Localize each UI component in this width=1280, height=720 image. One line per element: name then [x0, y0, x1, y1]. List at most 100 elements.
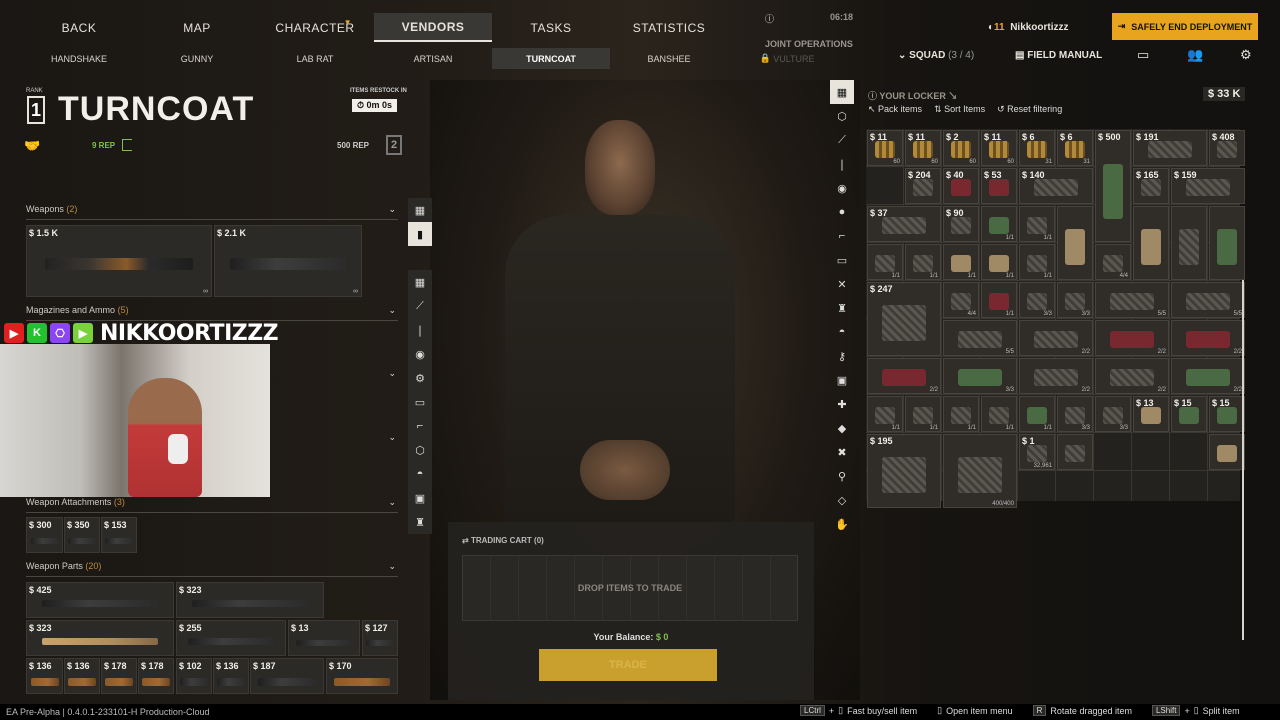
locker-item[interactable] [1171, 206, 1207, 280]
locker-grid[interactable]: $ 11 60 $ 11 60 $ 2 60 $ 11 60 $ 6 31 $ 6 31 $ 500 $ … [866, 129, 1245, 508]
tab-map[interactable]: MAP [138, 13, 256, 42]
friends-icon[interactable]: 👥 [1187, 47, 1203, 63]
player-info[interactable]: ◐11 Nikkoortizzz [988, 22, 1069, 33]
locker-item[interactable]: 3/3 [1057, 396, 1093, 432]
scope-icon[interactable]: ◉ [408, 342, 432, 366]
tab-character[interactable]: CHARACTER ▼ [256, 13, 374, 42]
weapon-item[interactable]: $ 1.5 K ∞ [26, 225, 212, 297]
squad-button[interactable]: ⌄ SQUAD (3 / 4) [898, 50, 974, 61]
gear-part-icon[interactable]: ⚙ [408, 366, 432, 390]
locker-item[interactable]: $ 247 [867, 282, 941, 356]
locker-item[interactable] [1057, 206, 1093, 280]
category-weapons[interactable]: Weapons (2) ⌄ [26, 204, 398, 220]
part-item[interactable]: $ 178 [101, 658, 137, 694]
settings-gear-icon[interactable]: ⚙ [1240, 47, 1252, 63]
locker-item[interactable]: $ 140 [1019, 168, 1093, 204]
tools-icon[interactable]: ✕ [830, 272, 854, 296]
locker-item[interactable] [1209, 434, 1245, 470]
helmet-icon[interactable]: ◓ [408, 462, 432, 486]
locker-item[interactable]: 1/1 [981, 244, 1017, 280]
all-items-icon[interactable]: ▦ [408, 270, 432, 294]
locker-item[interactable]: 5/5 [1171, 282, 1245, 318]
locker-item[interactable]: $ 159 [1171, 168, 1245, 204]
attachment-item[interactable]: $ 300 [26, 517, 63, 553]
pistol-icon[interactable]: ⌐ [830, 224, 854, 248]
locker-item[interactable]: 2/2 [1095, 320, 1169, 356]
vendor-tab-handshake[interactable]: HANDSHAKE [20, 48, 138, 69]
locker-item[interactable] [1133, 206, 1169, 280]
attachment-item[interactable]: $ 350 [64, 517, 100, 553]
locker-item[interactable]: 1/1 [1019, 244, 1055, 280]
magazine-icon[interactable]: ❘ [830, 152, 854, 176]
misc-icon[interactable]: ◇ [830, 488, 854, 512]
vendor-tab-artisan[interactable]: ARTISAN [374, 48, 492, 69]
locker-item[interactable]: 1/1 [943, 396, 979, 432]
locker-item[interactable]: $ 11 60 [981, 130, 1017, 166]
rifle-icon[interactable]: ⟋ [408, 294, 432, 318]
armor-icon[interactable]: ♜ [830, 296, 854, 320]
locker-item[interactable]: $ 408 [1209, 130, 1245, 166]
locker-item[interactable]: $ 6 31 [1019, 130, 1055, 166]
part-item[interactable]: $ 323 [176, 582, 324, 618]
locker-item[interactable]: $ 191 [1133, 130, 1207, 166]
locker-item[interactable]: $ 15 [1171, 396, 1207, 432]
tab-vendors[interactable]: VENDORS [374, 13, 492, 42]
locker-item[interactable]: $ 165 [1133, 168, 1169, 204]
part-item[interactable]: $ 13 [288, 620, 360, 656]
locker-item[interactable] [1057, 434, 1093, 470]
key-icon[interactable]: ⚷ [830, 344, 854, 368]
locker-item[interactable]: $ 2 60 [943, 130, 979, 166]
locker-item[interactable]: 2/2 [1019, 358, 1093, 394]
vendor-tab-turncoat[interactable]: TURNCOAT [492, 48, 610, 69]
locker-item[interactable]: 3/3 [1095, 396, 1131, 432]
locker-item[interactable]: 4/4 [943, 282, 979, 318]
part-item[interactable]: $ 187 [250, 658, 324, 694]
vendor-tab-banshee[interactable]: BANSHEE [610, 48, 728, 69]
category-attachments[interactable]: Weapon Attachments (3) ⌄ [26, 497, 398, 513]
locker-item[interactable]: $ 500 [1095, 130, 1131, 242]
part-item[interactable]: $ 425 [26, 582, 174, 618]
part-item[interactable]: $ 170 [326, 658, 398, 694]
vest-icon[interactable]: ▣ [830, 368, 854, 392]
pack-items-button[interactable]: ↖ Pack items [868, 104, 922, 115]
repair-icon[interactable]: ✖ [830, 440, 854, 464]
locker-item[interactable]: 1/1 [867, 396, 903, 432]
locker-item[interactable]: 1/1 [981, 396, 1017, 432]
trade-button[interactable]: TRADE [539, 649, 717, 681]
part-item[interactable]: $ 255 [176, 620, 286, 656]
backpack-icon[interactable]: ⬡ [408, 438, 432, 462]
vendor-tab-gunny[interactable]: GUNNY [138, 48, 256, 69]
scope-icon[interactable]: ◉ [830, 176, 854, 200]
locker-item[interactable] [1209, 206, 1245, 280]
locker-item[interactable]: 3/3 [1057, 282, 1093, 318]
helmet-icon[interactable]: ◓ [830, 320, 854, 344]
field-manual-button[interactable]: ▤ FIELD MANUAL [1015, 50, 1102, 61]
locker-item[interactable]: 5/5 [1095, 282, 1169, 318]
locker-item[interactable]: 2/2 [1019, 320, 1093, 356]
part-item[interactable]: $ 136 [64, 658, 100, 694]
tab-tasks[interactable]: TASKS [492, 13, 610, 42]
locker-item[interactable]: 1/1 [905, 244, 941, 280]
weapon-item[interactable]: $ 2.1 K ∞ [214, 225, 362, 297]
locker-item[interactable]: 3/3 [1019, 282, 1055, 318]
locker-item[interactable]: 1/1 [1019, 396, 1055, 432]
locker-item[interactable]: 1/1 [943, 244, 979, 280]
joint-operations[interactable]: ⓘ 06:18 JOINT OPERATIONS [765, 12, 853, 49]
part-item[interactable]: $ 323 [26, 620, 174, 656]
part-item[interactable]: $ 136 [26, 658, 63, 694]
grid-view-icon[interactable]: ▦ [408, 198, 432, 222]
locker-item[interactable]: $ 53 [981, 168, 1017, 204]
locker-item[interactable]: 1/1 [981, 282, 1017, 318]
list-view-icon[interactable]: ▮ [408, 222, 432, 246]
part-item[interactable]: $ 127 [362, 620, 398, 656]
medkit-icon[interactable]: ✚ [830, 392, 854, 416]
pin-icon[interactable]: ⚲ [830, 464, 854, 488]
chat-icon[interactable]: ▭ [1137, 47, 1149, 63]
vendor-tab-vulture[interactable]: 🔒 VULTURE [728, 48, 846, 69]
locker-item[interactable]: 5/5 [943, 320, 1017, 356]
tab-statistics[interactable]: STATISTICS [610, 13, 728, 42]
tab-back[interactable]: BACK [20, 13, 138, 42]
armor-icon[interactable]: ♜ [408, 510, 432, 534]
collapsed-category[interactable]: ⌄ [270, 368, 398, 384]
locker-item[interactable]: $ 195 [867, 434, 941, 508]
